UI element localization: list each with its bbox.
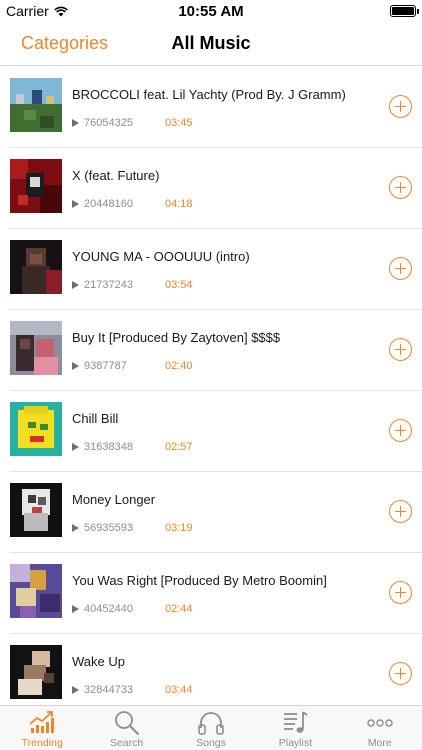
play-count-value: 31638348 (84, 441, 133, 453)
song-row[interactable]: BROCCOLI feat. Lil Yachty (Prod By. J Gr… (0, 67, 422, 148)
song-duration: 03:19 (165, 522, 193, 534)
play-count: 31638348 (72, 441, 133, 453)
tab-trending[interactable]: Trending (0, 706, 84, 750)
play-count-value: 76054325 (84, 117, 133, 129)
play-count-value: 56935593 (84, 522, 133, 534)
song-title: Chill Bill (72, 411, 119, 426)
play-icon (72, 605, 79, 613)
album-art (10, 402, 62, 456)
playlist-icon (284, 711, 308, 733)
tab-label: More (367, 737, 392, 749)
trending-icon (29, 711, 55, 733)
tab-label: Search (109, 737, 144, 749)
song-title: YOUNG MA - OOOUUU (intro) (72, 249, 250, 264)
play-count-value: 40452440 (84, 603, 133, 615)
status-bar: Carrier 10:55 AM (0, 0, 422, 22)
play-count-value: 20448160 (84, 198, 133, 210)
album-art (10, 159, 62, 213)
song-list[interactable]: BROCCOLI feat. Lil Yachty (Prod By. J Gr… (0, 67, 422, 705)
song-row[interactable]: Chill Bill 31638348 02:57 (0, 391, 422, 472)
song-duration: 02:44 (165, 603, 193, 615)
play-count-value: 21737243 (84, 279, 133, 291)
tab-songs[interactable]: Songs (169, 706, 253, 750)
song-title: Wake Up (72, 654, 125, 669)
song-title: You Was Right [Produced By Metro Boomin] (72, 573, 327, 588)
play-icon (72, 281, 79, 289)
album-art (10, 564, 62, 618)
play-icon (72, 443, 79, 451)
add-song-button[interactable] (389, 419, 412, 442)
album-art (10, 78, 62, 132)
status-time: 10:55 AM (178, 3, 244, 20)
headphones-icon (198, 712, 224, 735)
tab-label: Songs (196, 737, 226, 749)
song-row[interactable]: Money Longer 56935593 03:19 (0, 472, 422, 553)
song-row[interactable]: X (feat. Future) 20448160 04:18 (0, 148, 422, 229)
song-duration: 04:18 (165, 198, 193, 210)
play-count: 20448160 (72, 198, 133, 210)
play-count-value: 9387787 (84, 360, 127, 372)
album-art (10, 645, 62, 699)
song-row[interactable]: Wake Up 32844733 03:44 (0, 634, 422, 705)
play-icon (72, 119, 79, 127)
song-title: Buy It [Produced By Zaytoven] $$$$ (72, 330, 281, 345)
song-duration: 03:54 (165, 279, 193, 291)
tab-label: Trending (21, 737, 63, 749)
nav-bar: Categories All Music (0, 22, 422, 66)
battery-icon (390, 5, 419, 17)
song-duration: 02:40 (165, 360, 193, 372)
play-count-value: 32844733 (84, 684, 133, 696)
add-song-button[interactable] (389, 257, 412, 280)
song-row[interactable]: You Was Right [Produced By Metro Boomin]… (0, 553, 422, 634)
song-duration: 02:57 (165, 441, 193, 453)
play-icon (72, 200, 79, 208)
play-count: 40452440 (72, 603, 133, 615)
song-title: Money Longer (72, 492, 156, 507)
play-count: 76054325 (72, 117, 133, 129)
tab-playlist[interactable]: Playlist (253, 706, 337, 750)
album-art (10, 240, 62, 294)
play-icon (72, 524, 79, 532)
play-count: 56935593 (72, 522, 133, 534)
add-song-button[interactable] (389, 581, 412, 604)
tab-label: Playlist (278, 737, 313, 749)
add-song-button[interactable] (389, 338, 412, 361)
tab-more[interactable]: More (338, 706, 422, 750)
song-title: BROCCOLI feat. Lil Yachty (Prod By. J Gr… (72, 87, 346, 102)
tab-bar: Trending Search Songs Playlist More (0, 705, 422, 750)
tab-search[interactable]: Search (84, 706, 168, 750)
add-song-button[interactable] (389, 662, 412, 685)
song-duration: 03:44 (165, 684, 193, 696)
add-song-button[interactable] (389, 176, 412, 199)
play-icon (72, 362, 79, 370)
play-icon (72, 686, 79, 694)
album-art (10, 321, 62, 375)
more-icon (367, 719, 393, 727)
song-row[interactable]: Buy It [Produced By Zaytoven] $$$$ 93877… (0, 310, 422, 391)
play-count: 9387787 (72, 360, 127, 372)
song-title: X (feat. Future) (72, 168, 160, 183)
album-art (10, 483, 62, 537)
add-song-button[interactable] (389, 95, 412, 118)
song-duration: 03:45 (165, 117, 193, 129)
play-count: 21737243 (72, 279, 133, 291)
search-icon (114, 711, 139, 735)
page-title: All Music (171, 33, 251, 53)
song-row[interactable]: YOUNG MA - OOOUUU (intro) 21737243 03:54 (0, 229, 422, 310)
play-count: 32844733 (72, 684, 133, 696)
add-song-button[interactable] (389, 500, 412, 523)
